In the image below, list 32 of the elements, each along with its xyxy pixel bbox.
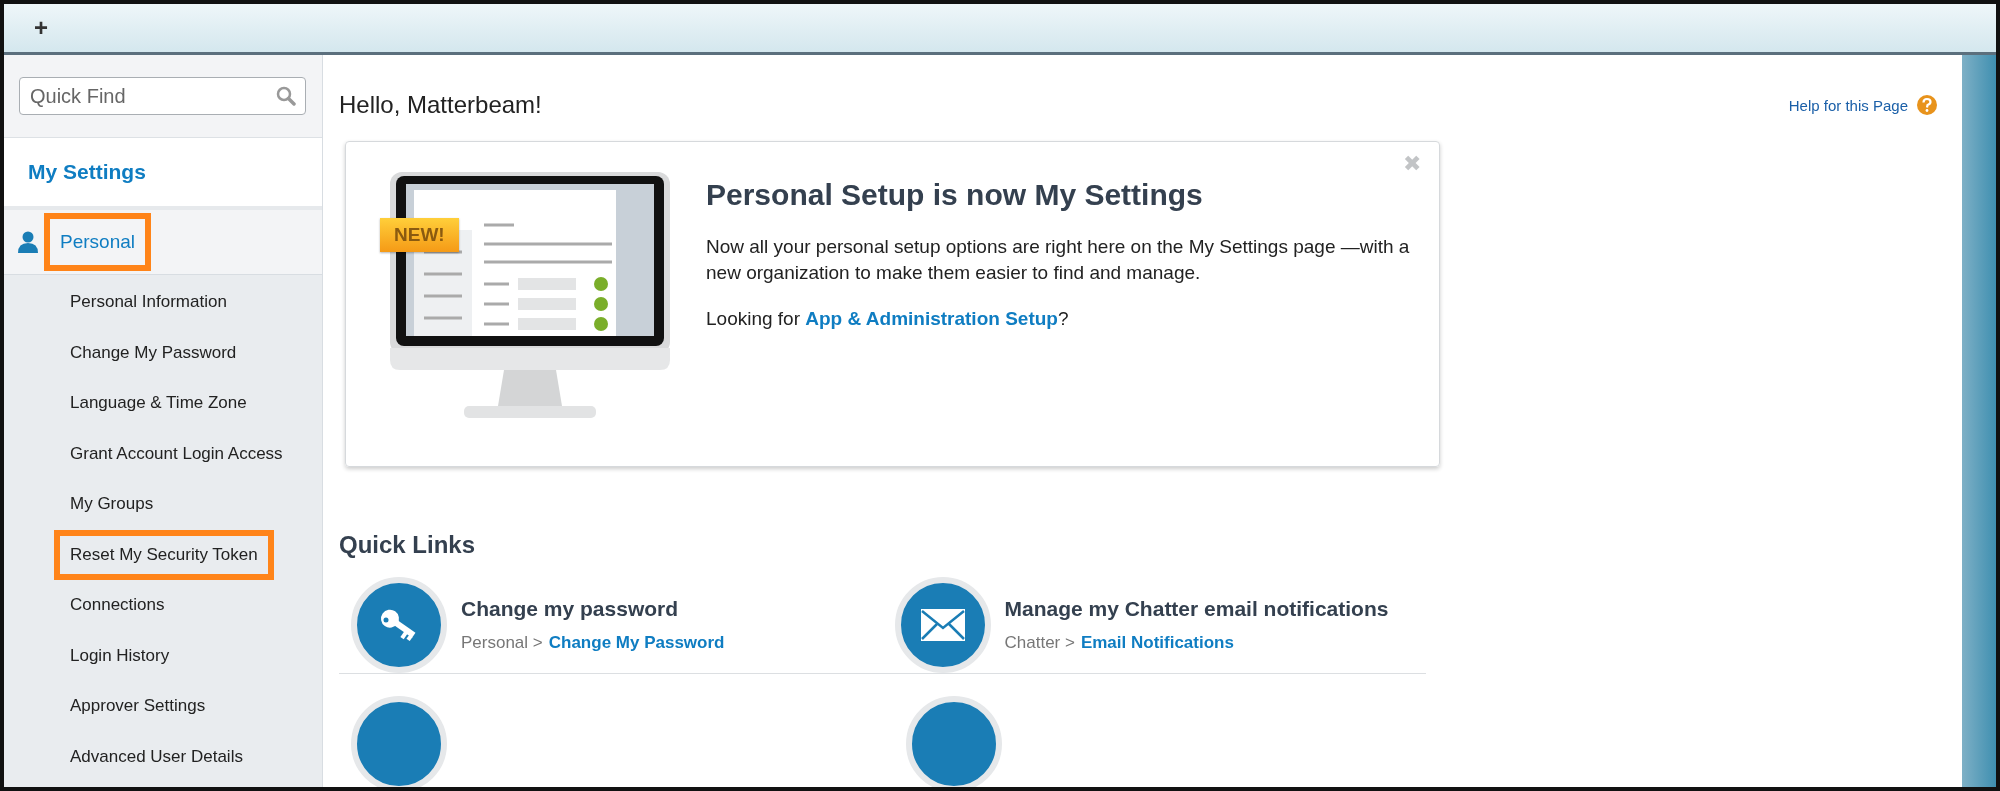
search-icon	[276, 86, 296, 106]
setup-link[interactable]: App & Administration Setup	[805, 308, 1058, 329]
card-title: Personal Setup is now My Settings	[706, 178, 1204, 212]
sidebar-section-link[interactable]: Personal	[50, 219, 145, 265]
quick-link[interactable]: Change My Password	[548, 633, 725, 653]
card-prompt: Looking for App & Administration Setup?	[706, 307, 1070, 331]
envelope-icon	[919, 608, 966, 642]
quick-link-title: Change my password	[461, 597, 680, 621]
breadcrumb-text: Chatter >	[1004, 633, 1075, 653]
sidebar-heading: My Settings	[4, 138, 322, 210]
sidebar-item[interactable]: My Groups	[60, 485, 164, 524]
sidebar-item[interactable]: Language & Time Zone	[60, 384, 257, 423]
sidebar-item[interactable]: Change My Password	[60, 333, 247, 372]
section-title: Quick Links	[339, 531, 477, 559]
help-link[interactable]: Help for this Page	[1788, 94, 1938, 116]
greeting: Hello, Matterbeam!	[339, 91, 542, 119]
quick-link-title: Manage my Chatter email notifications	[1004, 597, 1389, 621]
sidebar-item[interactable]: Grant Account Login Access	[60, 434, 293, 473]
person-icon	[18, 231, 38, 253]
sidebar-item[interactable]: Personal Information	[60, 283, 237, 322]
sidebar-item[interactable]: Approver Settings	[60, 687, 216, 726]
quick-find-field[interactable]: Quick Find	[19, 77, 306, 115]
sidebar-item[interactable]: Connections	[60, 586, 175, 625]
quick-link[interactable]: Email Notifications	[1080, 633, 1234, 653]
sidebar-item[interactable]: Reset My Security Token	[60, 535, 268, 574]
add-button[interactable]: +	[30, 14, 52, 42]
sidebar-item[interactable]: Advanced User Details	[60, 737, 253, 776]
card-description: Now all your personal setup options are right here on the My Settings page —with a new organization to make them easier to find and manage.	[706, 235, 1411, 285]
help-icon	[1916, 94, 1938, 116]
breadcrumb-text: Personal >	[461, 633, 543, 653]
sidebar-item[interactable]: Login History	[60, 636, 180, 675]
new-badge: NEW!	[380, 218, 459, 252]
